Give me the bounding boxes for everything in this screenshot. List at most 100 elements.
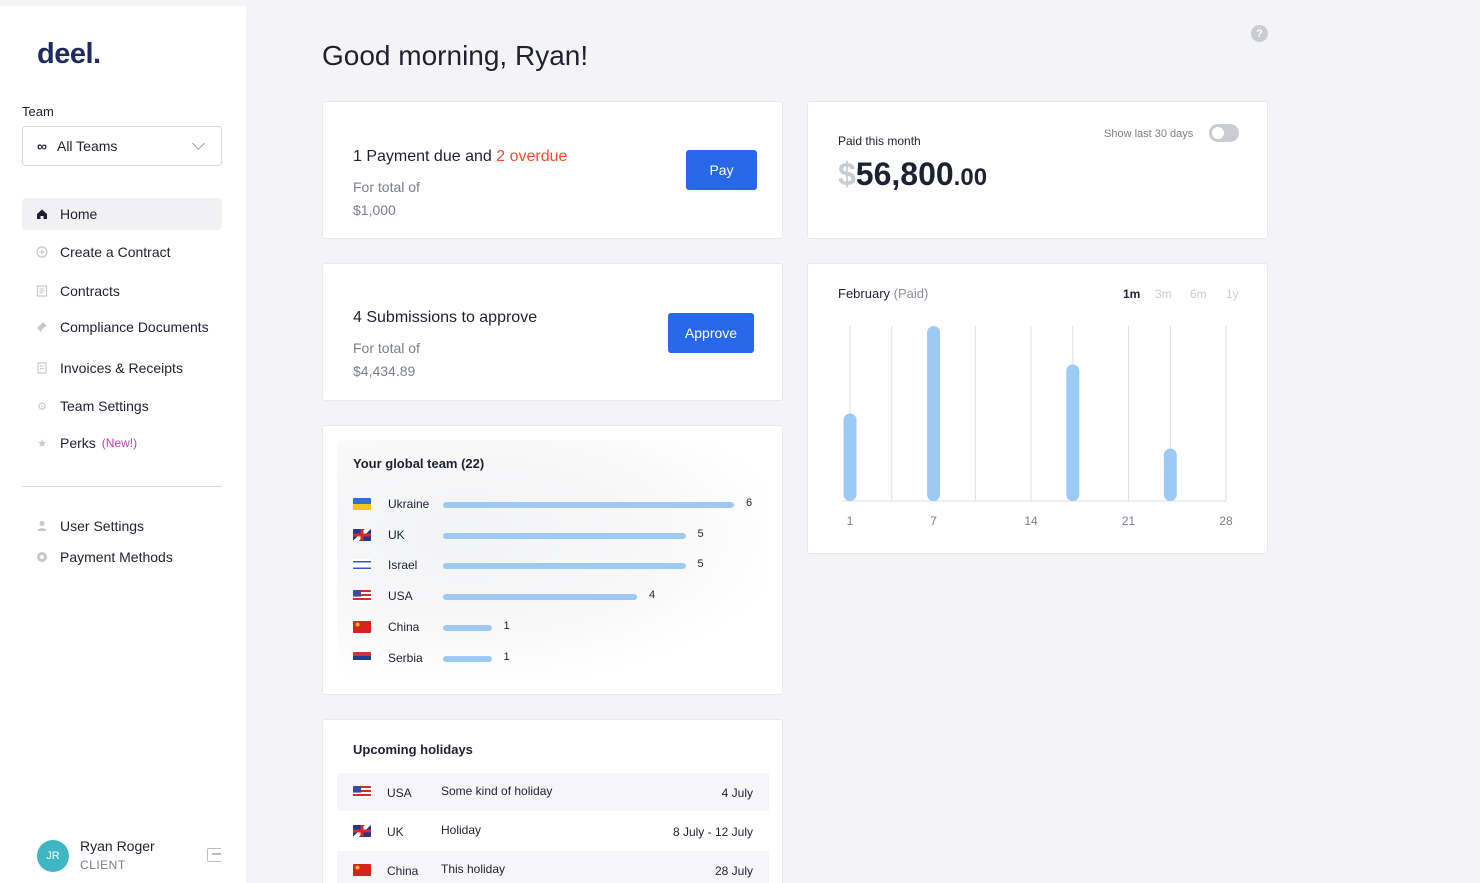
amount-main: 56,800 — [855, 156, 954, 192]
sidebar-item-contracts[interactable]: Contracts — [22, 275, 222, 307]
holiday-name: Some kind of holiday — [441, 784, 553, 798]
holiday-country: USA — [387, 786, 412, 800]
team-country-name: Israel — [388, 558, 418, 573]
holiday-country: China — [387, 864, 419, 878]
sidebar-item-label: Contracts — [60, 283, 120, 299]
usa-flag-icon — [353, 786, 371, 798]
sidebar-item-payment-methods[interactable]: Payment Methods — [22, 541, 222, 573]
team-country-row: UK 5 — [353, 525, 773, 545]
chart-bar[interactable] — [1163, 448, 1177, 502]
home-icon — [36, 208, 48, 220]
holiday-country: UK — [387, 825, 404, 839]
chart-bar[interactable] — [927, 326, 941, 501]
logo-dot: . — [93, 38, 101, 70]
china-flag-icon — [353, 864, 371, 876]
star-icon: ★ — [37, 437, 47, 450]
sidebar-item-home[interactable]: Home — [22, 198, 222, 230]
user-name: Ryan Roger — [80, 838, 155, 854]
israel-flag-icon — [353, 559, 371, 572]
user-profile[interactable]: JR Ryan Roger CLIENT — [37, 838, 227, 878]
payments-chart-card: February (Paid) 1m 3m 6m 1y 1 7 14 21 28 — [807, 263, 1268, 554]
team-count-bar — [443, 532, 686, 539]
holiday-date: 4 July — [721, 786, 753, 800]
team-count-value: 5 — [697, 558, 704, 571]
user-icon — [36, 520, 48, 532]
help-icon[interactable]: ? — [1251, 25, 1268, 42]
deel-logo[interactable]: deel. — [37, 38, 101, 71]
team-country-name: China — [388, 619, 420, 634]
last-30-days-toggle[interactable] — [1209, 124, 1239, 142]
holiday-row[interactable]: China This holiday 28 July — [337, 851, 769, 883]
card-icon — [36, 551, 48, 563]
sidebar-item-label: Payment Methods — [60, 549, 173, 565]
sidebar-item-label: Home — [60, 206, 98, 222]
team-count-value: 4 — [649, 589, 656, 602]
user-role: CLIENT — [80, 858, 126, 872]
china-flag-icon — [353, 620, 371, 633]
receipt-icon — [36, 362, 48, 374]
amount-cents: .00 — [953, 164, 988, 191]
uk-flag-icon — [353, 825, 371, 837]
holiday-date: 8 July - 12 July — [672, 825, 753, 839]
holiday-row[interactable]: USA Some kind of holiday 4 July — [337, 773, 769, 811]
holiday-row[interactable]: UK Holiday 8 July - 12 July — [337, 812, 769, 850]
sidebar-item-label: Team Settings — [60, 398, 149, 414]
sidebar-item-perks[interactable]: ★ Perks (New!) — [22, 427, 222, 459]
sidebar-item-user-settings[interactable]: User Settings — [22, 510, 222, 542]
sidebar-item-label: Compliance Documents — [60, 319, 209, 335]
approve-button[interactable]: Approve — [668, 313, 754, 353]
sidebar: deel. Team ∞ All Teams Home Create a Con… — [0, 6, 246, 883]
show-last-30-days-label: Show last 30 days — [1104, 128, 1194, 140]
team-count-bar — [443, 502, 734, 508]
new-badge: (New!) — [101, 436, 138, 450]
team-count-bar — [443, 594, 637, 601]
plus-circle-icon — [36, 246, 48, 258]
chart-x-tick-label: 28 — [1219, 514, 1233, 528]
chart-bar[interactable] — [1066, 364, 1080, 502]
chevron-down-icon — [192, 137, 205, 150]
team-count-value: 6 — [746, 497, 753, 509]
team-country-row: China 1 — [353, 617, 773, 637]
payment-due-card: 1 Payment due and 2 overdue For total of… — [322, 101, 783, 239]
team-count-bar — [443, 655, 492, 662]
payment-total-amount: $1,000 — [353, 202, 396, 218]
sidebar-item-invoices-receipts[interactable]: Invoices & Receipts — [22, 352, 222, 384]
sidebar-item-team-settings[interactable]: ⚙ Team Settings — [22, 390, 222, 422]
holiday-date: 28 July — [714, 864, 753, 878]
infinity-icon: ∞ — [37, 138, 47, 154]
global-team-card: Your global team (22) Ukraine 6 UK 5 Israel 5… — [322, 425, 783, 695]
payment-due-text: 1 Payment due and — [353, 148, 497, 165]
overdue-link[interactable]: 2 overdue — [496, 148, 567, 165]
logout-icon[interactable] — [207, 848, 221, 862]
sidebar-item-compliance-documents[interactable]: Compliance Documents — [22, 311, 222, 343]
gear-icon: ⚙ — [37, 400, 47, 413]
uk-flag-icon — [353, 528, 371, 541]
sidebar-item-label: Perks — [60, 435, 96, 451]
document-icon — [36, 285, 48, 297]
team-select[interactable]: ∞ All Teams — [22, 126, 222, 166]
team-select-value: All Teams — [56, 138, 118, 154]
paid-this-month-label: Paid this month — [838, 134, 921, 148]
submissions-title: 4 Submissions to approve — [353, 309, 538, 326]
holiday-name: This holiday — [441, 862, 506, 876]
team-country-row: Israel 5 — [353, 555, 773, 575]
team-label: Team — [22, 104, 54, 119]
global-team-title: Your global team (22) — [353, 456, 485, 471]
sidebar-item-label: User Settings — [60, 518, 145, 534]
team-country-row: Serbia 1 — [353, 648, 773, 668]
usa-flag-icon — [353, 590, 371, 603]
logo-text: deel — [37, 38, 94, 70]
pay-button[interactable]: Pay — [686, 150, 757, 190]
sidebar-item-label: Invoices & Receipts — [60, 360, 183, 376]
payment-total-label: For total of — [353, 179, 420, 195]
submissions-total-amount: $4,434.89 — [353, 363, 416, 379]
chart-x-tick-label: 1 — [847, 514, 854, 528]
upcoming-holidays-card: Upcoming holidays USA Some kind of holida… — [322, 719, 783, 883]
sidebar-item-create-contract[interactable]: Create a Contract — [22, 236, 222, 268]
submissions-total-label: For total of — [353, 340, 420, 356]
paid-this-month-card: Paid this month $56,800.00 Show last 30 … — [807, 101, 1268, 239]
chart-bar[interactable] — [843, 413, 857, 502]
payment-due-title: 1 Payment due and 2 overdue — [353, 148, 567, 166]
team-count-value: 1 — [503, 619, 510, 632]
team-count-value: 5 — [697, 527, 704, 540]
